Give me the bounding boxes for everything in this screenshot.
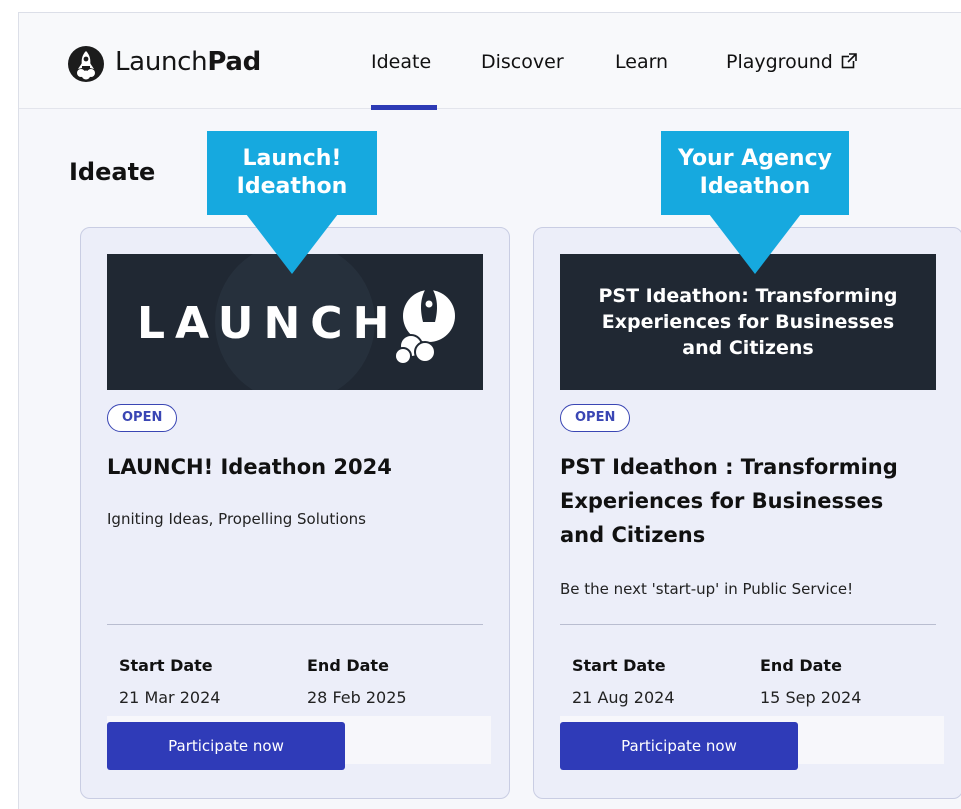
nav-discover[interactable]: Discover xyxy=(481,51,564,73)
callout-line-2: Ideathon xyxy=(699,174,811,199)
card-description: Igniting Ideas, Propelling Solutions xyxy=(107,510,366,528)
nav-playground[interactable]: Playground xyxy=(726,51,833,73)
banner-title: PST Ideathon: Transforming Experiences f… xyxy=(598,285,898,359)
start-date-label: Start Date xyxy=(119,656,213,675)
app-window: LaunchPad Ideate Discover Learn Playgrou… xyxy=(18,12,961,809)
ideathon-card-launch[interactable]: LAUNCH OPEN LAUNCH! Ideathon 2024 Igniti… xyxy=(80,227,510,799)
nav-active-indicator xyxy=(371,105,437,110)
callout-launch-ideathon: Launch! Ideathon xyxy=(207,131,377,215)
end-date-value: 15 Sep 2024 xyxy=(760,688,862,707)
launchpad-logo-icon[interactable] xyxy=(67,45,105,83)
top-navigation: LaunchPad Ideate Discover Learn Playgrou… xyxy=(19,13,961,110)
card-title[interactable]: PST Ideathon : Transforming Experiences … xyxy=(560,450,930,552)
callout-agency-ideathon: Your Agency Ideathon xyxy=(661,131,849,215)
card-divider xyxy=(107,624,483,625)
participate-now-button[interactable]: Participate now xyxy=(107,722,345,770)
start-date-value: 21 Aug 2024 xyxy=(572,688,675,707)
end-date-label: End Date xyxy=(760,656,842,675)
status-badge: OPEN xyxy=(560,404,631,432)
start-date-value: 21 Mar 2024 xyxy=(119,688,221,707)
participate-now-button[interactable]: Participate now xyxy=(560,722,798,770)
callout-line-2: Ideathon xyxy=(236,174,348,199)
card-title[interactable]: LAUNCH! Ideathon 2024 xyxy=(107,450,477,484)
nav-learn[interactable]: Learn xyxy=(615,51,668,73)
brand-name[interactable]: LaunchPad xyxy=(115,47,261,77)
card-description: Be the next 'start-up' in Public Service… xyxy=(560,580,854,598)
callout-line-1: Your Agency xyxy=(678,146,832,171)
banner-title: LAUNCH xyxy=(137,298,400,349)
page-title: Ideate xyxy=(69,158,156,186)
callout-arrow xyxy=(246,214,338,274)
end-date-value: 28 Feb 2025 xyxy=(307,688,407,707)
nav-ideate[interactable]: Ideate xyxy=(371,51,431,73)
rocket-icon xyxy=(394,284,455,365)
ideathon-card-pst[interactable]: PST Ideathon: Transforming Experiences f… xyxy=(533,227,961,799)
external-link-icon xyxy=(841,53,857,69)
callout-line-1: Launch! xyxy=(242,146,342,171)
callout-arrow xyxy=(709,214,801,274)
end-date-label: End Date xyxy=(307,656,389,675)
card-banner: PST Ideathon: Transforming Experiences f… xyxy=(560,254,936,390)
card-banner: LAUNCH xyxy=(107,254,483,390)
status-badge: OPEN xyxy=(107,404,178,432)
card-divider xyxy=(560,624,936,625)
start-date-label: Start Date xyxy=(572,656,666,675)
